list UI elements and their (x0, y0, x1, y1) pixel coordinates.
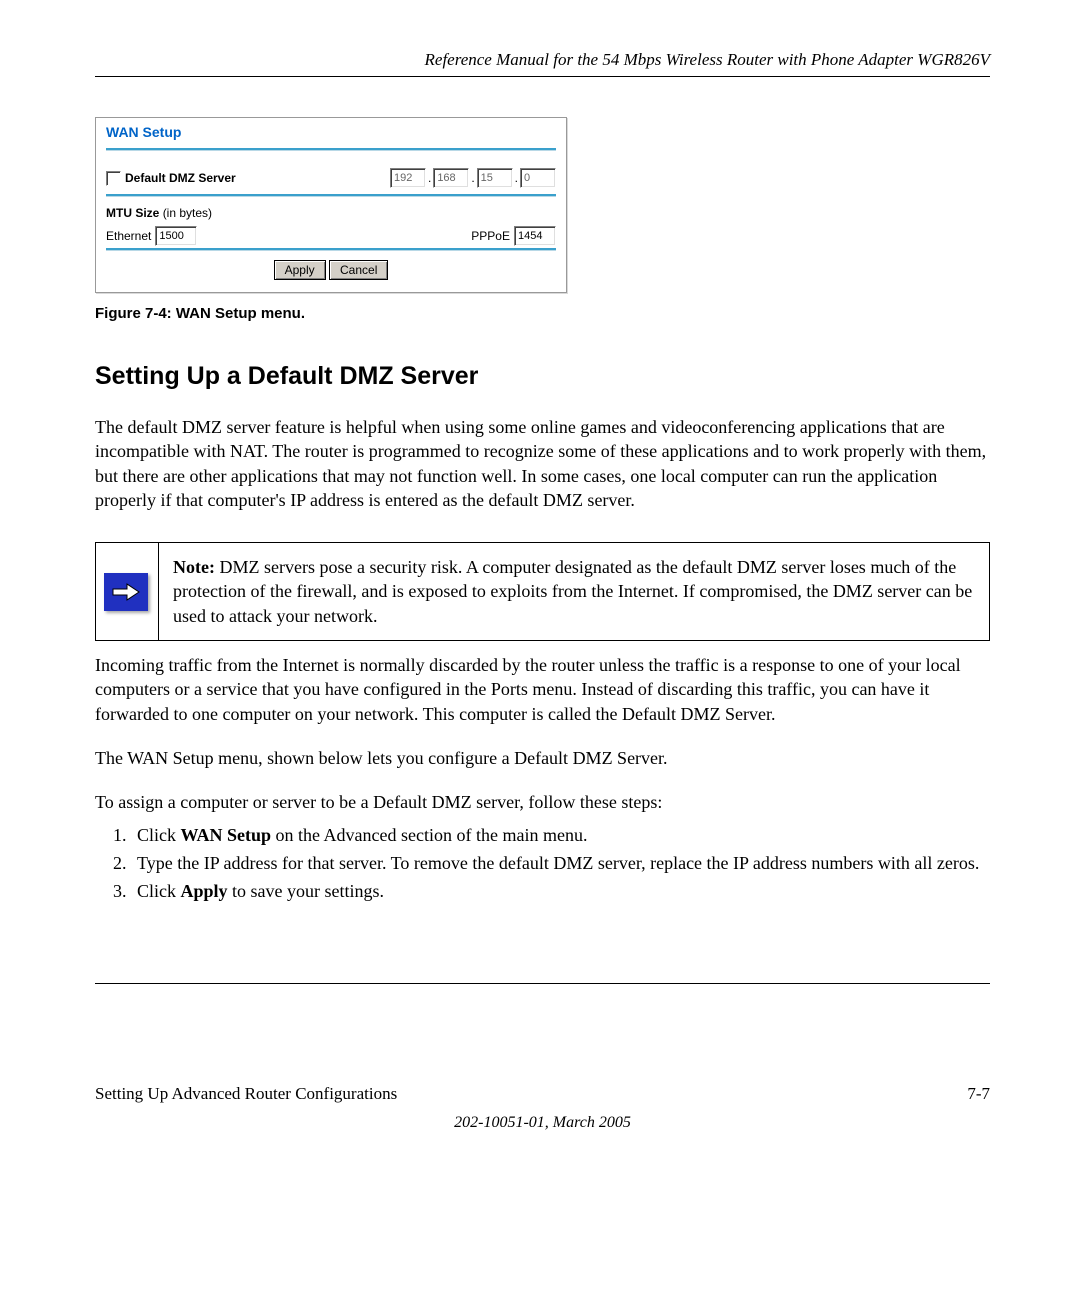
footer-left: Setting Up Advanced Router Configuration… (95, 1084, 397, 1104)
body-paragraph: The default DMZ server feature is helpfu… (95, 415, 990, 512)
divider (106, 148, 556, 150)
figure-caption: Figure 7-4: WAN Setup menu. (95, 305, 990, 322)
dmz-checkbox[interactable] (106, 171, 121, 186)
mtu-heading: MTU Size (in bytes) (106, 206, 556, 220)
footer-docnum: 202-10051-01, March 2005 (95, 1114, 990, 1132)
arrow-right-icon (104, 573, 148, 611)
footer-rule (95, 983, 990, 984)
body-paragraph: Incoming traffic from the Internet is no… (95, 653, 990, 726)
apply-button[interactable]: Apply (274, 260, 326, 280)
note-icon-cell (96, 543, 158, 640)
ip-octet-2[interactable] (433, 168, 469, 188)
step-text: Click (137, 881, 181, 901)
step-item: Click WAN Setup on the Advanced section … (131, 823, 990, 847)
step-bold: Apply (181, 881, 228, 901)
mtu-row: Ethernet PPPoE (106, 226, 556, 246)
page-header-title: Reference Manual for the 54 Mbps Wireles… (95, 50, 990, 70)
note-body: DMZ servers pose a security risk. A comp… (173, 557, 972, 626)
wan-setup-panel: WAN Setup Default DMZ Server . . . MTU S… (95, 117, 567, 293)
header-rule (95, 76, 990, 77)
pppoe-mtu-input[interactable] (514, 226, 556, 246)
dmz-ip-group: . . . (390, 168, 556, 188)
note-box: Note: DMZ servers pose a security risk. … (95, 542, 990, 641)
steps-list: Click WAN Setup on the Advanced section … (95, 823, 990, 904)
dmz-label: Default DMZ Server (125, 171, 236, 185)
note-label: Note: (173, 557, 215, 577)
dot: . (515, 171, 518, 185)
cancel-button[interactable]: Cancel (329, 260, 388, 280)
ethernet-mtu-input[interactable] (155, 226, 197, 246)
section-heading: Setting Up a Default DMZ Server (95, 362, 990, 391)
step-text: Click (137, 825, 181, 845)
body-paragraph: To assign a computer or server to be a D… (95, 790, 990, 814)
ip-octet-3[interactable] (477, 168, 513, 188)
dmz-row: Default DMZ Server . . . (106, 168, 556, 188)
ip-octet-1[interactable] (390, 168, 426, 188)
step-item: Type the IP address for that server. To … (131, 851, 990, 875)
ip-octet-4[interactable] (520, 168, 556, 188)
step-item: Click Apply to save your settings. (131, 879, 990, 903)
ethernet-label: Ethernet (106, 229, 151, 243)
step-text: on the Advanced section of the main menu… (271, 825, 587, 845)
divider (106, 248, 556, 250)
dot: . (428, 171, 431, 185)
divider (106, 194, 556, 196)
panel-title: WAN Setup (106, 124, 556, 140)
mtu-label: MTU Size (106, 206, 159, 220)
note-text: Note: DMZ servers pose a security risk. … (158, 543, 989, 640)
footer-page-number: 7-7 (967, 1084, 990, 1104)
pppoe-label: PPPoE (471, 229, 510, 243)
body-paragraph: The WAN Setup menu, shown below lets you… (95, 746, 990, 770)
footer-row: Setting Up Advanced Router Configuration… (95, 1084, 990, 1104)
step-text: to save your settings. (228, 881, 384, 901)
step-bold: WAN Setup (181, 825, 272, 845)
mtu-units: (in bytes) (163, 206, 212, 220)
dot: . (471, 171, 474, 185)
